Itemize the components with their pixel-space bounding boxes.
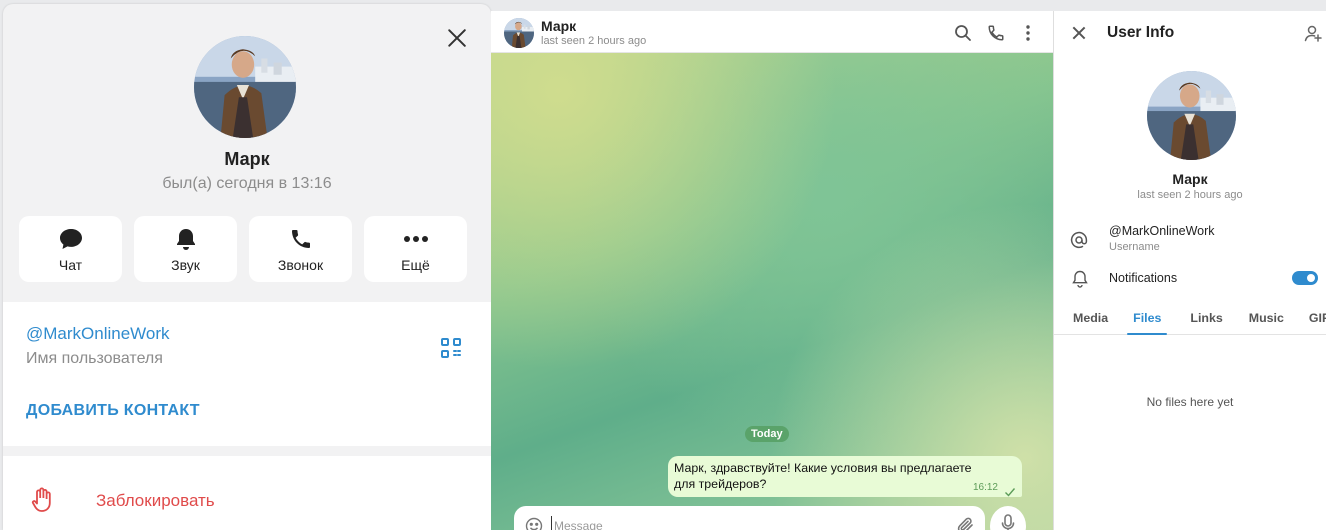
more-button[interactable]: Ещё (364, 216, 467, 282)
chat-bubble-icon (58, 226, 84, 252)
call-button[interactable]: Звонок (249, 216, 352, 282)
message-composer (514, 506, 985, 530)
avatar[interactable] (1147, 71, 1236, 160)
user-name: Марк (1172, 171, 1208, 187)
add-contact-button[interactable]: ДОБАВИТЬ КОНТАКТ (26, 402, 200, 420)
tab-files[interactable]: Files (1127, 308, 1168, 335)
profile-status: был(а) сегодня в 13:16 (162, 175, 332, 192)
tab-music[interactable]: Music (1249, 308, 1284, 334)
username-caption: Username (1109, 241, 1160, 253)
block-button[interactable]: Заблокировать (96, 491, 215, 511)
message-bubble[interactable]: Марк, здравствуйте! Какие условия вы пре… (668, 456, 1022, 497)
panel-title: User Info (1107, 24, 1175, 41)
bell-icon (1072, 270, 1088, 288)
add-contact-icon[interactable] (1304, 24, 1322, 42)
profile-name: Марк (224, 149, 270, 169)
more-button-label: Ещё (401, 256, 430, 273)
username-link[interactable]: @MarkOnlineWork (26, 324, 170, 344)
profile-actions: Чат Звук Звонок Ещё (19, 216, 467, 282)
more-vertical-icon[interactable] (1019, 24, 1037, 42)
sound-button[interactable]: Звук (134, 216, 237, 282)
username-value[interactable]: @MarkOnlineWork (1109, 224, 1215, 238)
message-time: 16:12 (972, 482, 998, 493)
phone-icon[interactable] (987, 24, 1005, 42)
chat-panel: Марк last seen 2 hours ago Today Марк, з… (491, 11, 1053, 530)
phone-icon (288, 226, 314, 252)
chat-status: last seen 2 hours ago (541, 35, 647, 47)
tab-links[interactable]: Links (1190, 308, 1222, 334)
call-button-label: Звонок (277, 256, 324, 273)
username-caption: Имя пользователя (26, 350, 163, 367)
search-icon[interactable] (954, 24, 972, 42)
chat-background: Today Марк, здравствуйте! Какие условия … (491, 53, 1053, 530)
profile-modal: Марк был(а) сегодня в 13:16 Чат Звук Зво… (3, 4, 491, 530)
microphone-button[interactable] (990, 506, 1026, 530)
empty-state-text: No files here yet (1146, 395, 1234, 409)
emoji-icon[interactable] (525, 517, 543, 530)
notifications-label: Notifications (1109, 271, 1178, 285)
bell-icon (173, 226, 199, 252)
chat-avatar[interactable] (504, 18, 534, 48)
chat-button-label: Чат (58, 256, 83, 273)
message-text: Марк, здравствуйте! Какие условия вы пре… (674, 461, 972, 491)
more-dots-icon (403, 226, 429, 252)
profile-info-section: @MarkOnlineWork Имя пользователя ДОБАВИТ… (3, 302, 491, 446)
tab-gif[interactable]: GIF (1309, 308, 1326, 334)
chat-button[interactable]: Чат (19, 216, 122, 282)
user-status: last seen 2 hours ago (1137, 189, 1243, 201)
qr-code-icon[interactable] (440, 337, 462, 359)
close-icon[interactable] (1072, 26, 1086, 40)
avatar (194, 36, 296, 138)
at-sign-icon (1070, 231, 1088, 249)
block-section: Заблокировать (3, 456, 491, 530)
user-info-panel: User Info Марк last seen 2 hours ago @Ma… (1053, 11, 1326, 530)
date-badge: Today (745, 426, 789, 442)
notifications-toggle[interactable] (1292, 271, 1318, 285)
media-tabs: Media Files Links Music GIF (1054, 308, 1326, 335)
hand-stop-icon (31, 487, 53, 513)
tab-media[interactable]: Media (1073, 308, 1108, 334)
message-input[interactable] (551, 516, 931, 530)
microphone-icon (1001, 513, 1015, 530)
paperclip-icon[interactable] (957, 516, 975, 530)
chat-header: Марк last seen 2 hours ago (491, 11, 1053, 53)
read-check-icon (1004, 484, 1016, 497)
chat-title[interactable]: Марк (541, 18, 576, 34)
sound-button-label: Звук (171, 256, 200, 273)
close-icon[interactable] (445, 26, 469, 50)
